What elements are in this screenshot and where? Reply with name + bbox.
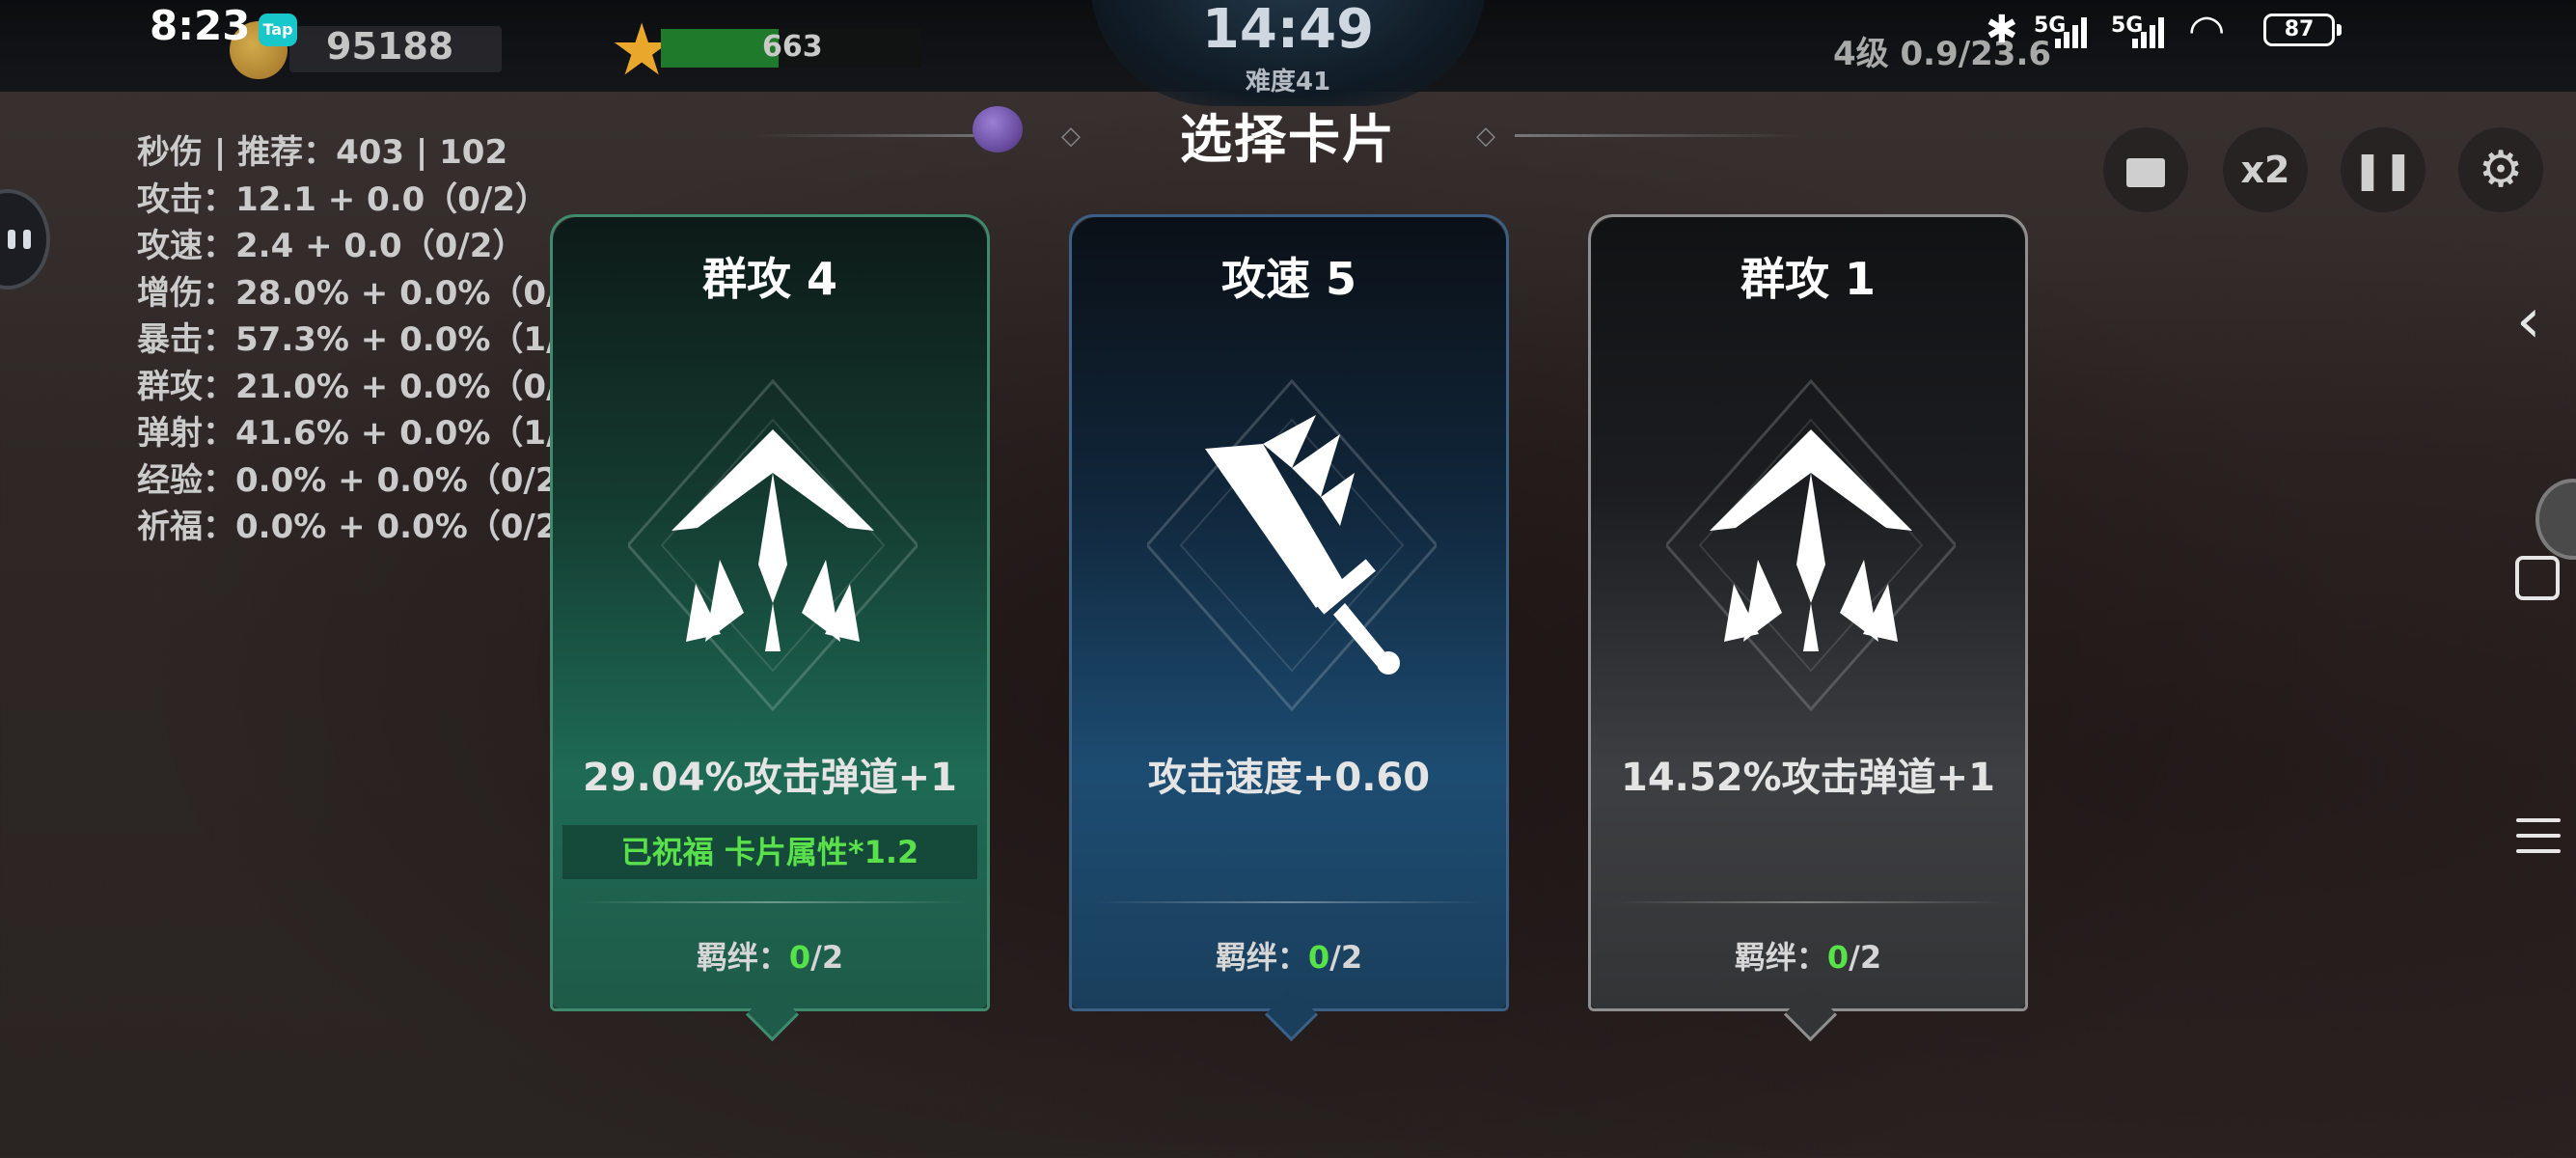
bond-total: /2: [810, 939, 844, 976]
card-title: 群攻 1: [1740, 253, 1877, 305]
bond-total: /2: [1849, 939, 1882, 976]
blessing-label: 已祝福 卡片属性*1.2: [562, 825, 977, 879]
card-title: 群攻 4: [701, 253, 838, 305]
card-option-1[interactable]: 群攻 4 29.04%攻击弹道+1 已祝福 卡片属性*1.2 羁绊：0/2: [550, 214, 990, 1042]
card-title: 攻速 5: [1220, 253, 1357, 305]
difficulty-label: 难度41: [1245, 68, 1331, 96]
edge-knob[interactable]: [2535, 479, 2576, 560]
bond-current: 0: [1307, 939, 1330, 976]
card-divider: [1614, 901, 2004, 903]
stat-line: 攻击：12.1 + 0.0（0/2）: [137, 179, 549, 219]
bond-status: 羁绊：0/2: [1072, 933, 1506, 978]
stat-line: 攻速：2.4 + 0.0（0/2）: [137, 227, 526, 265]
stat-line: 经验：0.0% + 0.0%（0/2: [137, 460, 559, 500]
signal-bars-icon-2: [2132, 15, 2171, 48]
bond-current: 0: [788, 939, 811, 976]
card-option-2[interactable]: 攻速 5 攻击速度+0.60 羁绊：0/2: [1069, 214, 1509, 1042]
wifi-icon: ◠: [2188, 6, 2226, 55]
stat-line: 增伤：28.0% + 0.0%（0/: [137, 273, 559, 313]
card-divider: [576, 901, 966, 903]
stat-line: 秒伤 | 推荐：403 | 102: [137, 133, 508, 172]
bond-total: /2: [1329, 939, 1363, 976]
stat-line: 弹射：41.6% + 0.0%（1/2: [137, 414, 582, 453]
settings-button[interactable]: ⚙: [2458, 127, 2543, 212]
multi-arrow-icon: [1666, 378, 1956, 712]
title-line-right: [1515, 134, 1804, 137]
sword-icon: [1147, 378, 1437, 712]
title-line-left: [753, 134, 1003, 137]
nav-menu-icon[interactable]: [2516, 818, 2561, 865]
bond-current: 0: [1826, 939, 1850, 976]
bluetooth-icon: ✱: [1986, 8, 2018, 52]
xp-bar-fill: [661, 29, 779, 68]
nav-home-icon[interactable]: [2515, 556, 2560, 600]
bond-status: 羁绊：0/2: [553, 933, 987, 978]
card-description: 14.52%攻击弹道+1: [1621, 756, 1995, 800]
bond-label: 羁绊：: [696, 939, 789, 976]
stat-line: 暴击：57.3% + 0.0%（1/2: [137, 320, 582, 359]
card-option-3[interactable]: 群攻 1 14.52%攻击弹道+1 羁绊：0/2: [1588, 214, 2028, 1042]
screen-icon: [2126, 157, 2165, 187]
card-divider: [1095, 901, 1485, 903]
game-timer: 14:49: [1201, 0, 1375, 61]
tap-app-icon: Tap: [259, 14, 297, 46]
pause-icon: ❚❚: [2352, 149, 2414, 191]
card-description: 29.04%攻击弹道+1: [583, 756, 957, 800]
system-clock: 8:23: [150, 2, 251, 49]
battery-icon: 87: [2263, 14, 2335, 46]
screen-button[interactable]: [2103, 127, 2188, 212]
bond-label: 羁绊：: [1734, 939, 1827, 976]
card-description: 攻击速度+0.60: [1147, 756, 1431, 800]
title-ornament-left-icon: ◇: [1061, 122, 1081, 151]
multi-arrow-icon: [628, 378, 918, 712]
level-progress: 4级 0.9/23.6: [1833, 35, 2052, 73]
stat-line: 群攻：21.0% + 0.0%（0/2: [137, 367, 582, 406]
bond-status: 羁绊：0/2: [1591, 933, 2025, 978]
gear-icon: ⚙: [2478, 141, 2524, 199]
purple-orb-icon: [973, 106, 1023, 152]
xp-value: 663: [762, 30, 823, 64]
coin-count: 95188: [326, 25, 454, 68]
stat-line: 祈福：0.0% + 0.0%（0/2: [137, 508, 559, 546]
bond-label: 羁绊：: [1215, 939, 1308, 976]
floating-handle[interactable]: [0, 189, 50, 290]
page-title: 选择卡片: [1180, 109, 1396, 170]
nav-back-icon[interactable]: ‹: [2516, 286, 2541, 357]
title-ornament-right-icon: ◇: [1476, 122, 1495, 151]
signal-bars-icon: [2055, 15, 2094, 48]
stats-panel: 秒伤 | 推荐：403 | 102 攻击：12.1 + 0.0（0/2） 攻速：…: [137, 129, 581, 551]
speed-button[interactable]: x2: [2223, 127, 2308, 212]
pause-button[interactable]: ❚❚: [2341, 127, 2425, 212]
battery-tip: [2337, 24, 2342, 36]
